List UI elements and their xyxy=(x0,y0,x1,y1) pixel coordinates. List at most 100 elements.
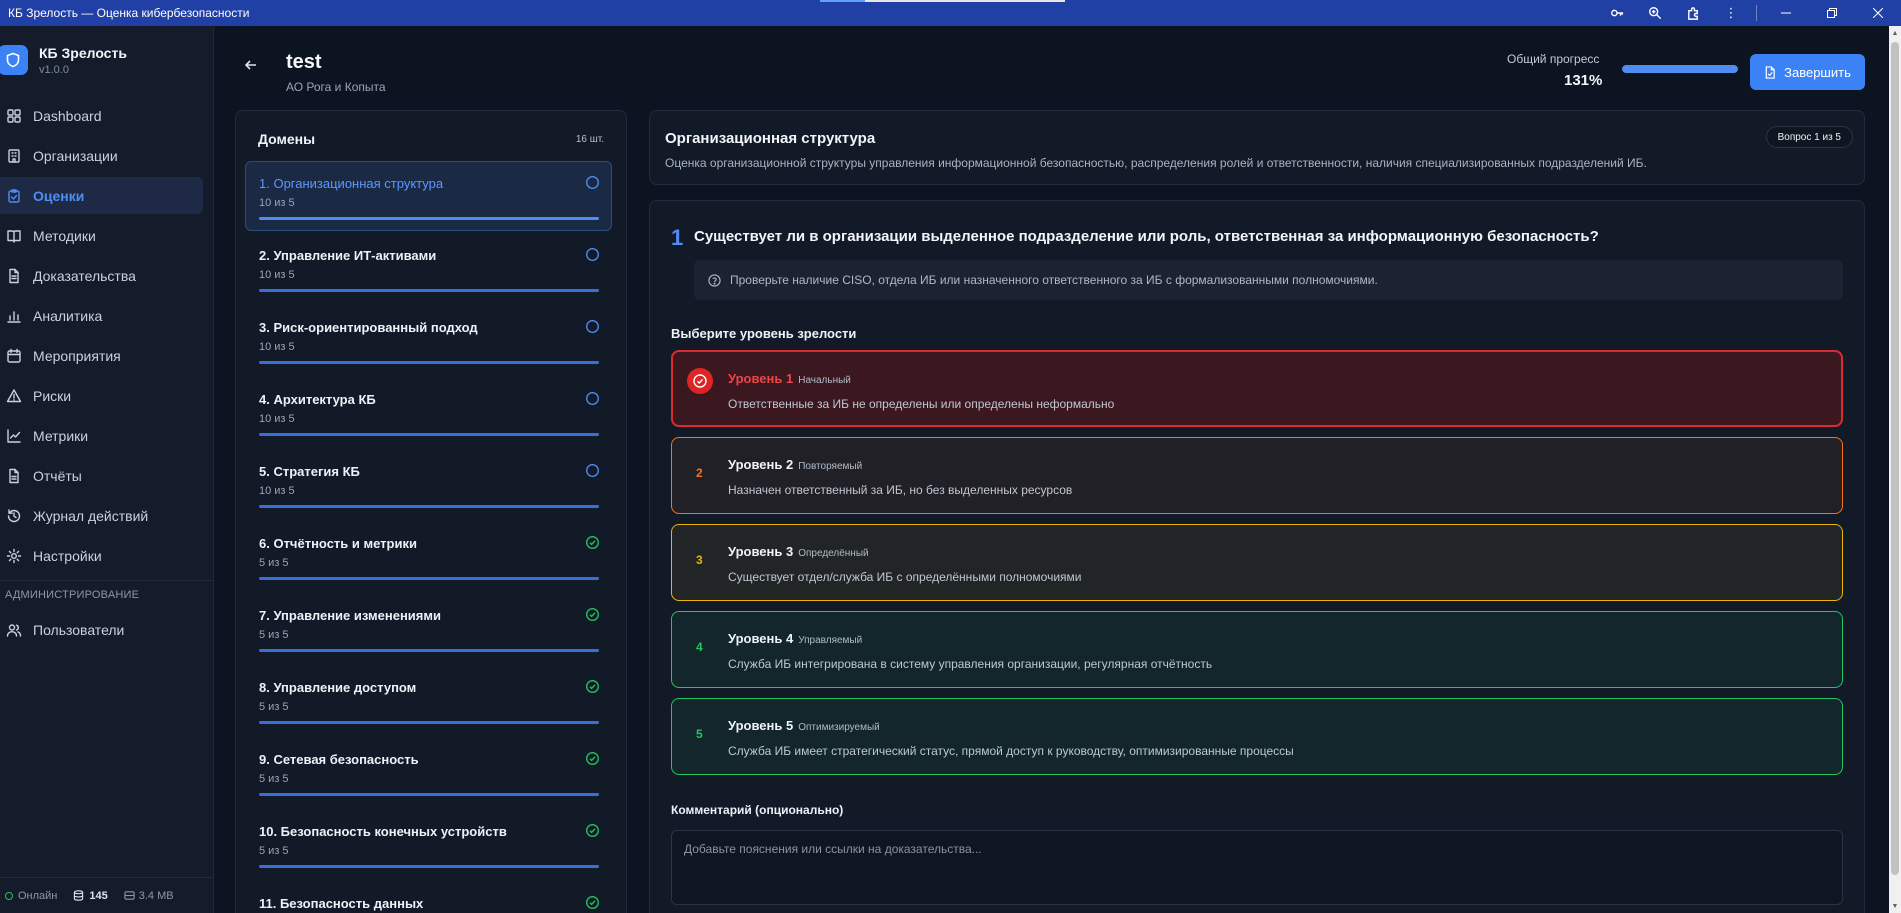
level-number: 5 xyxy=(696,727,703,741)
sidebar-item-3[interactable]: Оценки xyxy=(0,177,203,214)
domain-info-description: Оценка организационной структуры управле… xyxy=(665,156,1647,170)
sidebar-item-label: Метрики xyxy=(33,427,89,444)
domain-name: 9. Сетевая безопасность xyxy=(259,752,419,767)
titlebar-actions: ⋮ xyxy=(1598,0,1901,26)
comment-input[interactable] xyxy=(671,830,1843,905)
domain-progress-text: 10 из 5 xyxy=(259,269,295,281)
sidebar-item-1[interactable]: Dashboard xyxy=(0,97,203,134)
zoom-icon[interactable] xyxy=(1636,0,1674,26)
file-icon xyxy=(6,268,22,284)
page-header: test АО Рога и Копыта Общий прогресс 131… xyxy=(214,26,1889,106)
domain-progress-text: 10 из 5 xyxy=(259,341,295,353)
domain-item[interactable]: 6. Отчётность и метрики 5 из 5 xyxy=(245,521,612,593)
clipboard-icon xyxy=(6,188,22,204)
sidebar-item-label: Пользователи xyxy=(33,621,125,638)
domain-item[interactable]: 11. Безопасность данных xyxy=(245,881,612,913)
page-scrollbar[interactable]: ▲ ▼ xyxy=(1889,26,1901,913)
document-check-icon xyxy=(1764,65,1776,79)
minimize-icon[interactable] xyxy=(1763,0,1809,26)
sidebar-item-label: Мероприятия xyxy=(33,347,121,364)
maturity-level-option-1[interactable]: Уровень 1 Начальный Ответственные за ИБ не… xyxy=(671,350,1843,427)
organization-name: АО Рога и Копыта xyxy=(286,80,386,94)
level-tag: Оптимизируемый xyxy=(798,722,880,733)
domain-progress-text: 5 из 5 xyxy=(259,845,289,857)
restore-icon[interactable] xyxy=(1809,0,1855,26)
sidebar-footer: Онлайн 145 3.4 MB xyxy=(0,877,214,913)
domain-progress-bar xyxy=(259,289,599,292)
help-circle-icon xyxy=(708,273,721,287)
finish-button[interactable]: Завершить xyxy=(1750,54,1865,90)
domain-item[interactable]: 10. Безопасность конечных устройств 5 из … xyxy=(245,809,612,881)
domain-name: 4. Архитектура КБ xyxy=(259,392,376,407)
close-icon[interactable] xyxy=(1855,0,1901,26)
sidebar-item-2[interactable]: Организации xyxy=(0,137,203,174)
domain-item[interactable]: 3. Риск-ориентированный подход 10 из 5 xyxy=(245,305,612,377)
level-number: 4 xyxy=(696,640,703,654)
domain-item[interactable]: 7. Управление изменениями 5 из 5 xyxy=(245,593,612,665)
back-arrow-icon[interactable] xyxy=(244,58,258,77)
trend-icon xyxy=(6,428,22,444)
more-vertical-icon[interactable]: ⋮ xyxy=(1712,0,1750,26)
level-title-row: Уровень 5 Оптимизируемый xyxy=(728,718,880,733)
maturity-level-option-2[interactable]: 2 Уровень 2 Повторяемый Назначен ответствен… xyxy=(671,437,1843,514)
domain-name: 8. Управление доступом xyxy=(259,680,417,695)
scroll-up-icon[interactable]: ▲ xyxy=(1889,26,1901,40)
sidebar-item-8[interactable]: Риски xyxy=(0,377,203,414)
maturity-level-option-4[interactable]: 4 Уровень 4 Управляемый Служба ИБ интегриро… xyxy=(671,611,1843,688)
domains-count: 16 шт. xyxy=(575,133,604,145)
domain-item[interactable]: 1. Организационная структура 10 из 5 xyxy=(245,161,612,231)
sidebar-item-12[interactable]: Настройки xyxy=(0,537,203,574)
sidebar-item-5[interactable]: Доказательства xyxy=(0,257,203,294)
level-title: Уровень 4 xyxy=(728,631,794,646)
bar-chart-icon xyxy=(6,308,22,324)
level-tag: Управляемый xyxy=(798,635,863,646)
domain-progress-text: 5 из 5 xyxy=(259,557,289,569)
domain-progress-bar xyxy=(259,793,599,796)
domain-item[interactable]: 9. Сетевая безопасность 5 из 5 xyxy=(245,737,612,809)
window-titlebar: КБ Зрелость — Оценка кибербезопасности ⋮ xyxy=(0,0,1901,26)
overall-progress-label: Общий прогресс xyxy=(1507,52,1600,66)
online-dot-icon xyxy=(5,891,13,900)
admin-section-title: АДМИНИСТРИРОВАНИЕ xyxy=(0,580,213,608)
domain-name: 2. Управление ИТ-активами xyxy=(259,248,437,263)
domain-item[interactable]: 4. Архитектура КБ 10 из 5 xyxy=(245,377,612,449)
extensions-icon[interactable] xyxy=(1674,0,1712,26)
level-tag: Повторяемый xyxy=(798,461,863,472)
domain-item[interactable]: 5. Стратегия КБ 10 из 5 xyxy=(245,449,612,521)
sidebar-item-11[interactable]: Журнал действий xyxy=(0,497,203,534)
sidebar-item-label: Организации xyxy=(33,147,118,164)
domain-item[interactable]: 2. Управление ИТ-активами 10 из 5 xyxy=(245,233,612,305)
sidebar-item-4[interactable]: Методики xyxy=(0,217,203,254)
maturity-level-option-3[interactable]: 3 Уровень 3 Определённый Существует отдел/с… xyxy=(671,524,1843,601)
question-hint: Проверьте наличие CISO, отдела ИБ или на… xyxy=(694,260,1843,300)
scroll-thumb[interactable] xyxy=(1891,42,1899,875)
level-title-row: Уровень 2 Повторяемый xyxy=(728,457,862,472)
sidebar-item-users[interactable]: Пользователи xyxy=(0,611,203,648)
level-description: Назначен ответственный за ИБ, но без выд… xyxy=(728,483,1073,497)
page-title: test xyxy=(286,51,322,73)
sidebar-item-label: Оценки xyxy=(33,187,85,204)
sidebar-item-7[interactable]: Мероприятия xyxy=(0,337,203,374)
sidebar-item-6[interactable]: Аналитика xyxy=(0,297,203,334)
app-version: v1.0.0 xyxy=(39,63,69,76)
level-title: Уровень 2 xyxy=(728,457,794,472)
question-hint-text: Проверьте наличие CISO, отдела ИБ или на… xyxy=(730,273,1378,287)
domain-progress-bar xyxy=(259,505,599,508)
selected-check-icon xyxy=(687,368,713,394)
users-icon xyxy=(6,622,22,638)
scroll-down-icon[interactable]: ▼ xyxy=(1889,899,1901,913)
window-title: КБ Зрелость — Оценка кибербезопасности xyxy=(8,6,250,20)
main-nav: Dashboard Организации Оценки Методики Доказа… xyxy=(0,97,213,574)
key-icon[interactable] xyxy=(1598,0,1636,26)
domain-item[interactable]: 8. Управление доступом 5 из 5 xyxy=(245,665,612,737)
domain-progress-bar xyxy=(259,577,599,580)
sidebar-item-label: Риски xyxy=(33,387,72,404)
maturity-level-option-5[interactable]: 5 Уровень 5 Оптимизируемый Служба ИБ имеет … xyxy=(671,698,1843,775)
loading-strip xyxy=(820,0,1065,2)
domain-progress-text: 5 из 5 xyxy=(259,629,289,641)
circle-outline-icon xyxy=(585,247,600,262)
overall-progress-value: 131% xyxy=(1564,72,1603,89)
sidebar-item-10[interactable]: Отчёты xyxy=(0,457,203,494)
sidebar-item-9[interactable]: Метрики xyxy=(0,417,203,454)
admin-nav: Пользователи xyxy=(0,611,213,648)
